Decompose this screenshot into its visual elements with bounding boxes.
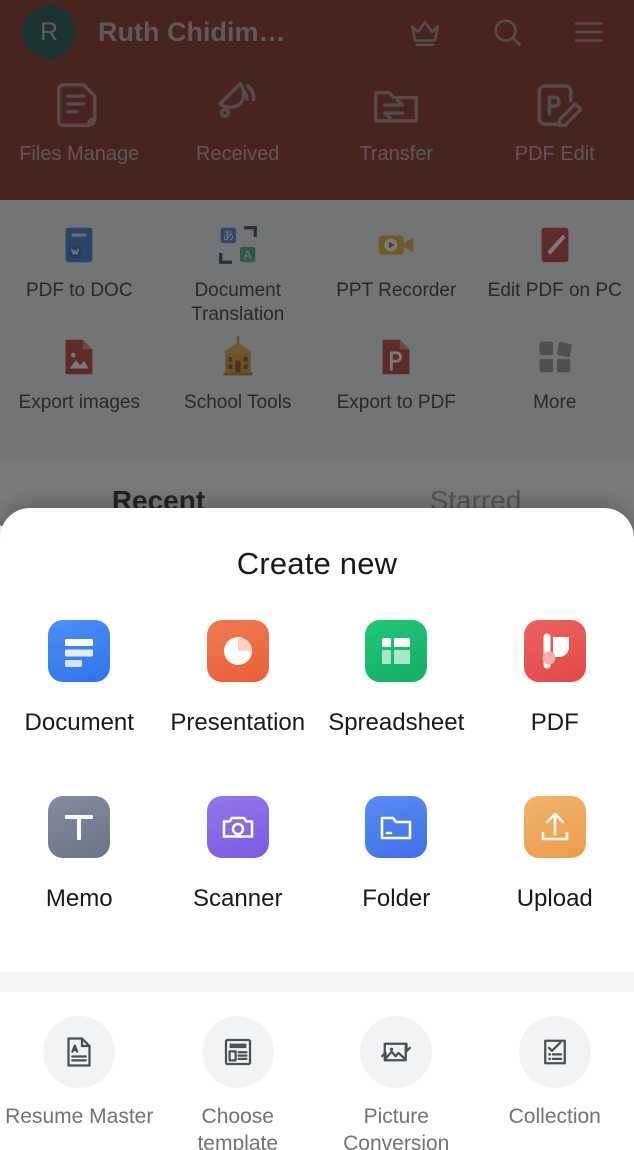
upload-icon [523,796,586,858]
extra-item-collection[interactable]: Collection [476,1016,634,1150]
extra-item-label: Choose template [197,1105,279,1150]
memo-icon [48,796,111,858]
extra-item-resume-master[interactable]: Resume Master [0,1016,159,1150]
create-item-label: Document [24,709,134,736]
choose-template-icon [201,1016,274,1088]
create-item-memo[interactable]: Memo [0,796,159,972]
create-item-presentation[interactable]: Presentation [159,620,318,796]
create-new-sheet: Create new Document Presentation Spreads… [0,508,634,1150]
collection-icon [518,1016,591,1088]
create-item-folder[interactable]: Folder [317,796,476,972]
create-item-label: Upload [516,885,593,912]
create-item-label: Memo [45,885,113,912]
pdf-icon [523,620,586,682]
extra-tools-grid: Resume Master Choose template Picture Co… [0,992,634,1150]
create-new-grid: Document Presentation Spreadsheet PDF Me… [0,582,634,972]
extra-item-label: Collection [508,1105,601,1128]
presentation-icon [206,620,269,682]
create-item-label: Scanner [193,885,283,912]
picture-conversion-icon [360,1016,433,1088]
create-item-label: Folder [362,885,431,912]
create-item-label: PDF [530,709,579,736]
folder-icon [365,796,428,858]
document-icon [48,620,111,682]
create-item-label: Presentation [170,709,306,736]
create-item-label: Spreadsheet [328,709,465,736]
create-item-pdf[interactable]: PDF [476,620,634,796]
create-item-upload[interactable]: Upload [476,796,634,972]
spreadsheet-icon [365,620,428,682]
create-item-spreadsheet[interactable]: Spreadsheet [317,620,476,796]
resume-master-icon [43,1016,116,1088]
sheet-section-divider [0,972,634,992]
extra-item-label: Resume Master [5,1105,154,1128]
sheet-title: Create new [236,546,398,581]
scanner-icon [206,796,269,858]
create-item-scanner[interactable]: Scanner [159,796,318,972]
extra-item-label: Picture Conversion [343,1105,450,1150]
extra-item-choose-template[interactable]: Choose template [159,1016,318,1150]
create-item-document[interactable]: Document [0,620,159,796]
extra-item-picture-conversion[interactable]: Picture Conversion [317,1016,476,1150]
